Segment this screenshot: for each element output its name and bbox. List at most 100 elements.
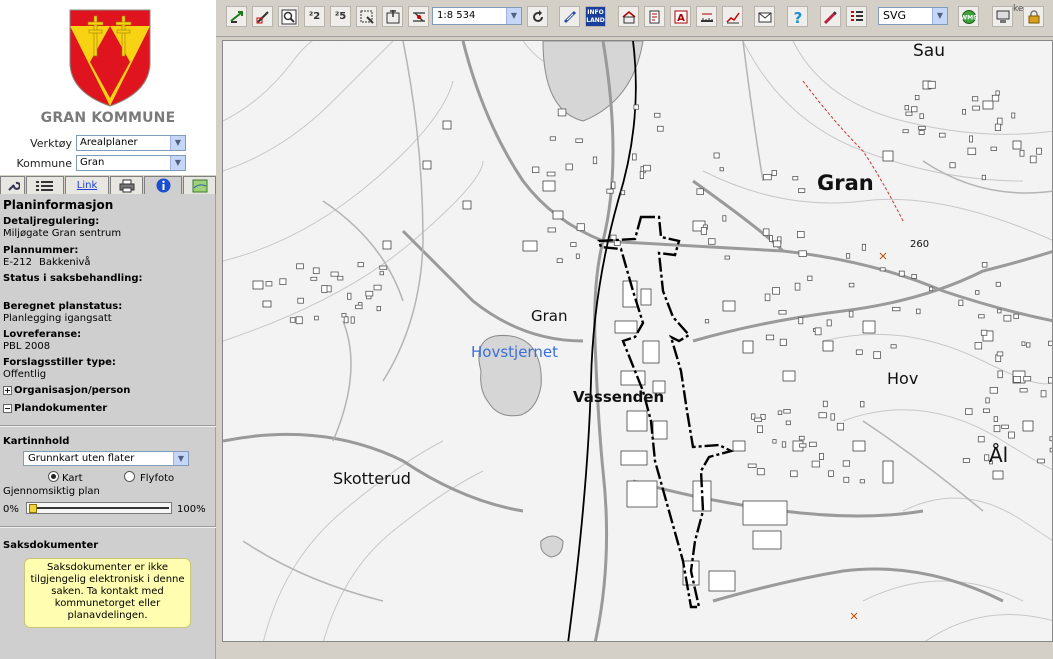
gis-button[interactable] <box>992 6 1013 27</box>
format-select[interactable]: SVG ▼ <box>878 7 948 25</box>
organisasjon-expander[interactable]: + Organisasjon/person <box>3 385 130 396</box>
house-footprint <box>704 319 710 324</box>
measure-icon <box>412 12 425 22</box>
house-footprint <box>989 386 998 394</box>
printer-icon <box>119 179 134 193</box>
link-map-button[interactable] <box>559 6 580 27</box>
house-footprint <box>330 271 339 277</box>
slider-thumb[interactable] <box>29 504 37 513</box>
house-footprint <box>809 441 817 448</box>
house-footprint <box>830 413 836 421</box>
house-footprint <box>814 327 822 336</box>
house-footprint <box>798 188 806 193</box>
tab-search[interactable] <box>0 176 25 195</box>
slider-min-label: 0% <box>3 504 19 515</box>
transparency-slider[interactable] <box>26 502 172 514</box>
plannummer-name: Bakkenivå <box>39 257 91 268</box>
house-footprint <box>972 105 981 111</box>
chevron-down-icon: ▼ <box>170 136 185 150</box>
zoom-2-button[interactable]: ²2 <box>304 6 325 27</box>
magnifier-icon <box>281 9 296 25</box>
plan-a-icon: A <box>674 10 687 24</box>
verktoy-select[interactable]: Arealplaner ▼ <box>76 135 186 151</box>
house-footprint <box>981 174 987 181</box>
zoom-box-button[interactable] <box>252 6 273 27</box>
house-footprint <box>975 290 980 295</box>
plus-icon: + <box>3 385 12 395</box>
gjennomsiktig-label: Gjennomsiktig plan <box>3 486 100 497</box>
map-area[interactable]: Sau Gran 260 Gran Hovstjernet Vassenden … <box>216 37 1053 659</box>
table-icon <box>850 11 863 21</box>
lock-icon <box>1028 10 1039 24</box>
plan-tool-1-button[interactable] <box>618 6 639 27</box>
radio-kart[interactable] <box>48 471 59 482</box>
plandokumenter-expander[interactable]: − Plandokumenter <box>3 403 107 414</box>
house-footprint <box>350 316 355 324</box>
house-footprint <box>713 152 720 159</box>
edit-button[interactable] <box>820 6 841 27</box>
coat-of-arms-icon <box>69 9 151 107</box>
house-footprint <box>995 281 1001 287</box>
house-footprint <box>914 95 920 101</box>
house-footprint <box>962 109 966 115</box>
house-footprint <box>762 228 770 236</box>
profile-icon <box>725 12 740 24</box>
lovreferanse-value: PBL 2008 <box>3 341 51 352</box>
house-footprint <box>939 132 946 138</box>
house-footprint <box>556 258 563 263</box>
zoom-in-button[interactable] <box>278 6 299 27</box>
house-footprint <box>337 275 344 281</box>
house-footprint <box>772 287 780 295</box>
document-plan-icon <box>649 10 659 24</box>
plan-tool-3-button[interactable]: A <box>670 6 691 27</box>
question-icon: ? <box>793 9 802 25</box>
forslagsstiller-label: Forslagsstiller type: <box>3 357 116 368</box>
tab-legend[interactable] <box>26 176 64 195</box>
corner-text: ke <box>1013 4 1024 14</box>
left-panel: GRAN KOMMUNE Verktøy Arealplaner ▼ Kommu… <box>0 0 216 659</box>
house-footprint <box>547 227 556 233</box>
tab-print[interactable] <box>110 176 143 195</box>
plan-tool-2-button[interactable] <box>644 6 665 27</box>
refresh-button[interactable] <box>527 6 548 27</box>
help-button[interactable]: ? <box>787 6 808 27</box>
full-extent-button[interactable] <box>382 6 403 27</box>
infoland-button[interactable]: INFO LAND <box>585 6 606 27</box>
house-footprint <box>890 344 897 349</box>
house-footprint <box>289 317 296 323</box>
chevron-down-icon: ▼ <box>170 156 185 170</box>
place-label-skotterud: Skotterud <box>333 469 411 488</box>
radio-kart-label: Kart <box>62 473 83 484</box>
house-footprint <box>373 284 382 291</box>
select-area-button[interactable] <box>356 6 377 27</box>
tab-link[interactable]: Link <box>65 176 109 195</box>
tab-info[interactable] <box>144 176 182 195</box>
wms-button[interactable]: WMS <box>958 6 979 27</box>
plan-tool-5-button[interactable] <box>722 6 743 27</box>
house-footprint <box>654 112 661 118</box>
house-footprint <box>379 271 384 276</box>
organisasjon-label: Organisasjon/person <box>14 385 131 396</box>
house-footprint <box>724 255 730 260</box>
measure-button[interactable] <box>408 6 429 27</box>
house-footprint <box>974 342 983 350</box>
radio-flyfoto[interactable] <box>124 471 135 482</box>
select-area-icon <box>360 10 374 24</box>
login-button[interactable] <box>1023 6 1044 27</box>
house-footprint <box>532 166 540 173</box>
house-footprint <box>781 441 787 448</box>
house-footprint <box>995 90 1000 96</box>
map-canvas[interactable]: Sau Gran 260 Gran Hovstjernet Vassenden … <box>222 40 1053 642</box>
kartinnhold-select[interactable]: Grunnkart uten flater ▼ <box>23 451 189 466</box>
email-button[interactable] <box>754 6 775 27</box>
zoom-5-button[interactable]: ²5 <box>330 6 351 27</box>
scale-select[interactable]: 1:8 534 ▼ <box>432 7 522 25</box>
plan-tool-4-button[interactable] <box>696 6 717 27</box>
house-footprint <box>902 129 909 134</box>
table-button[interactable] <box>846 6 867 27</box>
house-footprint <box>1019 388 1028 393</box>
tab-map[interactable] <box>183 176 216 195</box>
kommune-select[interactable]: Gran ▼ <box>76 155 186 171</box>
pan-tool-button[interactable] <box>226 6 247 27</box>
house-footprint <box>807 275 813 281</box>
